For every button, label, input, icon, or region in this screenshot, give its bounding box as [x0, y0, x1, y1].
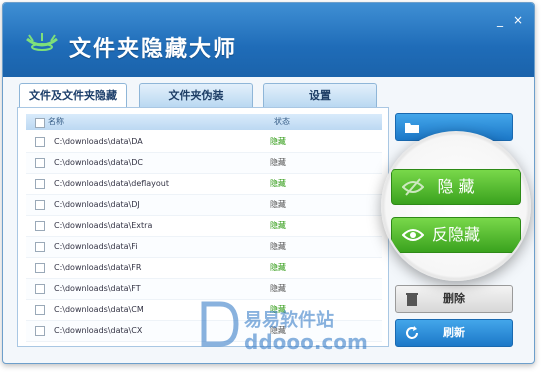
- row-status: 隐藏: [270, 221, 286, 230]
- table-row[interactable]: C:\downloads\data\Extra 隐藏: [26, 216, 382, 237]
- folder-icon: [405, 123, 419, 133]
- row-checkbox[interactable]: [35, 305, 45, 315]
- site-watermark: 易易软件站 ddooo.com: [200, 300, 400, 360]
- eye-icon: [402, 229, 424, 241]
- row-status: 隐藏: [270, 242, 286, 251]
- table-row[interactable]: C:\downloads\data\FR 隐藏: [26, 258, 382, 279]
- row-path: C:\downloads\data\DJ: [54, 200, 140, 209]
- select-all-checkbox[interactable]: [35, 118, 45, 128]
- row-status: 隐藏: [270, 179, 286, 188]
- tab-folder-disguise[interactable]: 文件夹伪装: [139, 83, 253, 108]
- table-row[interactable]: C:\downloads\data\DA 隐藏: [26, 132, 382, 153]
- title-bar: 文件夹隐藏大师 _ ×: [3, 3, 534, 77]
- list-header: 名称 状态: [26, 114, 382, 130]
- table-row[interactable]: C:\downloads\data\FT 隐藏: [26, 279, 382, 300]
- row-checkbox[interactable]: [35, 137, 45, 147]
- delete-button[interactable]: 删除: [395, 285, 513, 313]
- column-status: 状态: [274, 117, 290, 126]
- table-row[interactable]: C:\downloads\data\DC 隐藏: [26, 153, 382, 174]
- app-title: 文件夹隐藏大师: [69, 37, 238, 62]
- row-path: C:\downloads\data\Fi: [54, 242, 138, 251]
- row-path: C:\downloads\data\CX: [54, 326, 143, 335]
- eye-slash-icon: [402, 178, 424, 196]
- row-checkbox[interactable]: [35, 242, 45, 252]
- column-name: 名称: [48, 117, 64, 126]
- hide-button[interactable]: 隐 藏: [391, 169, 521, 205]
- tab-file-folder-hide[interactable]: 文件及文件夹隐藏: [19, 83, 127, 109]
- hide-label: 隐 藏: [437, 177, 475, 196]
- row-path: C:\downloads\data\FT: [54, 284, 141, 293]
- table-row[interactable]: C:\downloads\data\Fi 隐藏: [26, 237, 382, 258]
- row-checkbox[interactable]: [35, 158, 45, 168]
- close-button[interactable]: ×: [511, 13, 525, 27]
- unhide-label: 反隐藏: [431, 225, 480, 244]
- minimize-button[interactable]: _: [493, 13, 507, 27]
- magnifier-lens: 隐 藏 反隐藏: [381, 131, 531, 281]
- delete-label: 删除: [443, 292, 465, 305]
- row-path: C:\downloads\data\CM: [54, 305, 144, 314]
- row-checkbox[interactable]: [35, 179, 45, 189]
- row-status: 隐藏: [270, 137, 286, 146]
- row-status: 隐藏: [270, 158, 286, 167]
- row-checkbox[interactable]: [35, 200, 45, 210]
- row-checkbox[interactable]: [35, 326, 45, 336]
- table-row[interactable]: C:\downloads\data\DJ 隐藏: [26, 195, 382, 216]
- row-path: C:\downloads\data\DA: [54, 137, 143, 146]
- row-path: C:\downloads\data\deflayout: [54, 179, 170, 188]
- app-logo-icon: [26, 33, 58, 51]
- row-checkbox[interactable]: [35, 263, 45, 273]
- row-path: C:\downloads\data\Extra: [54, 221, 153, 230]
- row-status: 隐藏: [270, 263, 286, 272]
- refresh-button[interactable]: 刷新: [395, 319, 513, 347]
- trash-icon: [406, 293, 418, 306]
- row-status: 隐藏: [270, 200, 286, 209]
- row-status: 隐藏: [270, 284, 286, 293]
- tab-settings[interactable]: 设置: [263, 83, 377, 108]
- refresh-icon: [406, 326, 418, 339]
- row-path: C:\downloads\data\FR: [54, 263, 142, 272]
- row-checkbox[interactable]: [35, 221, 45, 231]
- unhide-button[interactable]: 反隐藏: [391, 217, 521, 253]
- table-row[interactable]: C:\downloads\data\deflayout 隐藏: [26, 174, 382, 195]
- watermark-url: ddooo.com: [244, 330, 368, 354]
- watermark-logo-icon: [201, 301, 239, 347]
- row-checkbox[interactable]: [35, 284, 45, 294]
- watermark-text: 易易软件站: [244, 310, 334, 331]
- refresh-label: 刷新: [443, 326, 465, 339]
- row-path: C:\downloads\data\DC: [54, 158, 143, 167]
